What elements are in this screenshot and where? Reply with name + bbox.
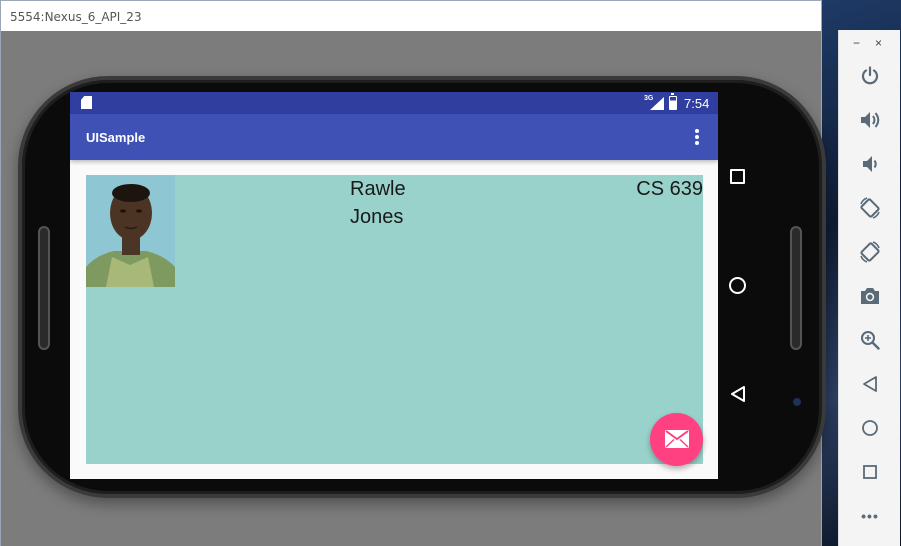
- window-title: 5554:Nexus_6_API_23: [1, 1, 821, 31]
- app-title: UISample: [86, 130, 146, 145]
- home-button[interactable]: [839, 410, 901, 446]
- rotate-left-icon: [860, 197, 880, 219]
- volume-up-icon: [861, 112, 880, 128]
- phone-sensor: [793, 398, 801, 406]
- device-screen[interactable]: 3G 7:54 UISample Rawle Jones CS 639: [70, 92, 718, 479]
- power-icon: [861, 66, 879, 85]
- emulator-toolbar: − × •••: [838, 30, 900, 546]
- overview-icon: [863, 465, 877, 479]
- close-button[interactable]: ×: [875, 36, 882, 50]
- camera-icon: [861, 288, 879, 304]
- volume-down-icon: [863, 156, 877, 172]
- minimize-button[interactable]: −: [853, 36, 860, 50]
- home-icon: [862, 420, 878, 436]
- student-last-name: Jones: [350, 206, 404, 228]
- overflow-menu-icon[interactable]: [690, 127, 704, 147]
- network-type: 3G: [644, 95, 654, 102]
- phone-left-button: [38, 226, 50, 350]
- email-icon: [665, 430, 689, 448]
- android-home-button[interactable]: [729, 277, 746, 294]
- volume-up-button[interactable]: [839, 102, 901, 138]
- status-time: 7:54: [684, 96, 710, 111]
- more-button[interactable]: •••: [839, 498, 901, 534]
- power-button[interactable]: [839, 58, 901, 94]
- rotate-right-button[interactable]: [839, 234, 901, 270]
- zoom-icon: [861, 331, 880, 350]
- rotate-right-icon: [860, 241, 880, 263]
- course-label: CS 639: [636, 178, 703, 200]
- student-card: Rawle Jones CS 639: [86, 175, 703, 464]
- zoom-button[interactable]: [839, 322, 901, 358]
- android-overview-button[interactable]: [730, 169, 745, 184]
- sd-card-icon: [81, 96, 92, 109]
- rotate-left-button[interactable]: [839, 190, 901, 226]
- status-bar: 3G 7:54: [70, 92, 718, 114]
- back-icon: [863, 376, 877, 392]
- more-icon: •••: [861, 508, 879, 524]
- overview-button[interactable]: [839, 454, 901, 490]
- student-first-name: Rawle: [350, 178, 406, 200]
- phone-right-button: [790, 226, 802, 350]
- student-photo: [86, 175, 175, 287]
- volume-down-button[interactable]: [839, 146, 901, 182]
- email-fab-button[interactable]: [650, 413, 703, 466]
- screenshot-button[interactable]: [839, 278, 901, 314]
- back-button[interactable]: [839, 366, 901, 402]
- app-bar: UISample: [70, 114, 718, 160]
- android-back-button[interactable]: [731, 386, 745, 407]
- battery-icon: [669, 93, 677, 110]
